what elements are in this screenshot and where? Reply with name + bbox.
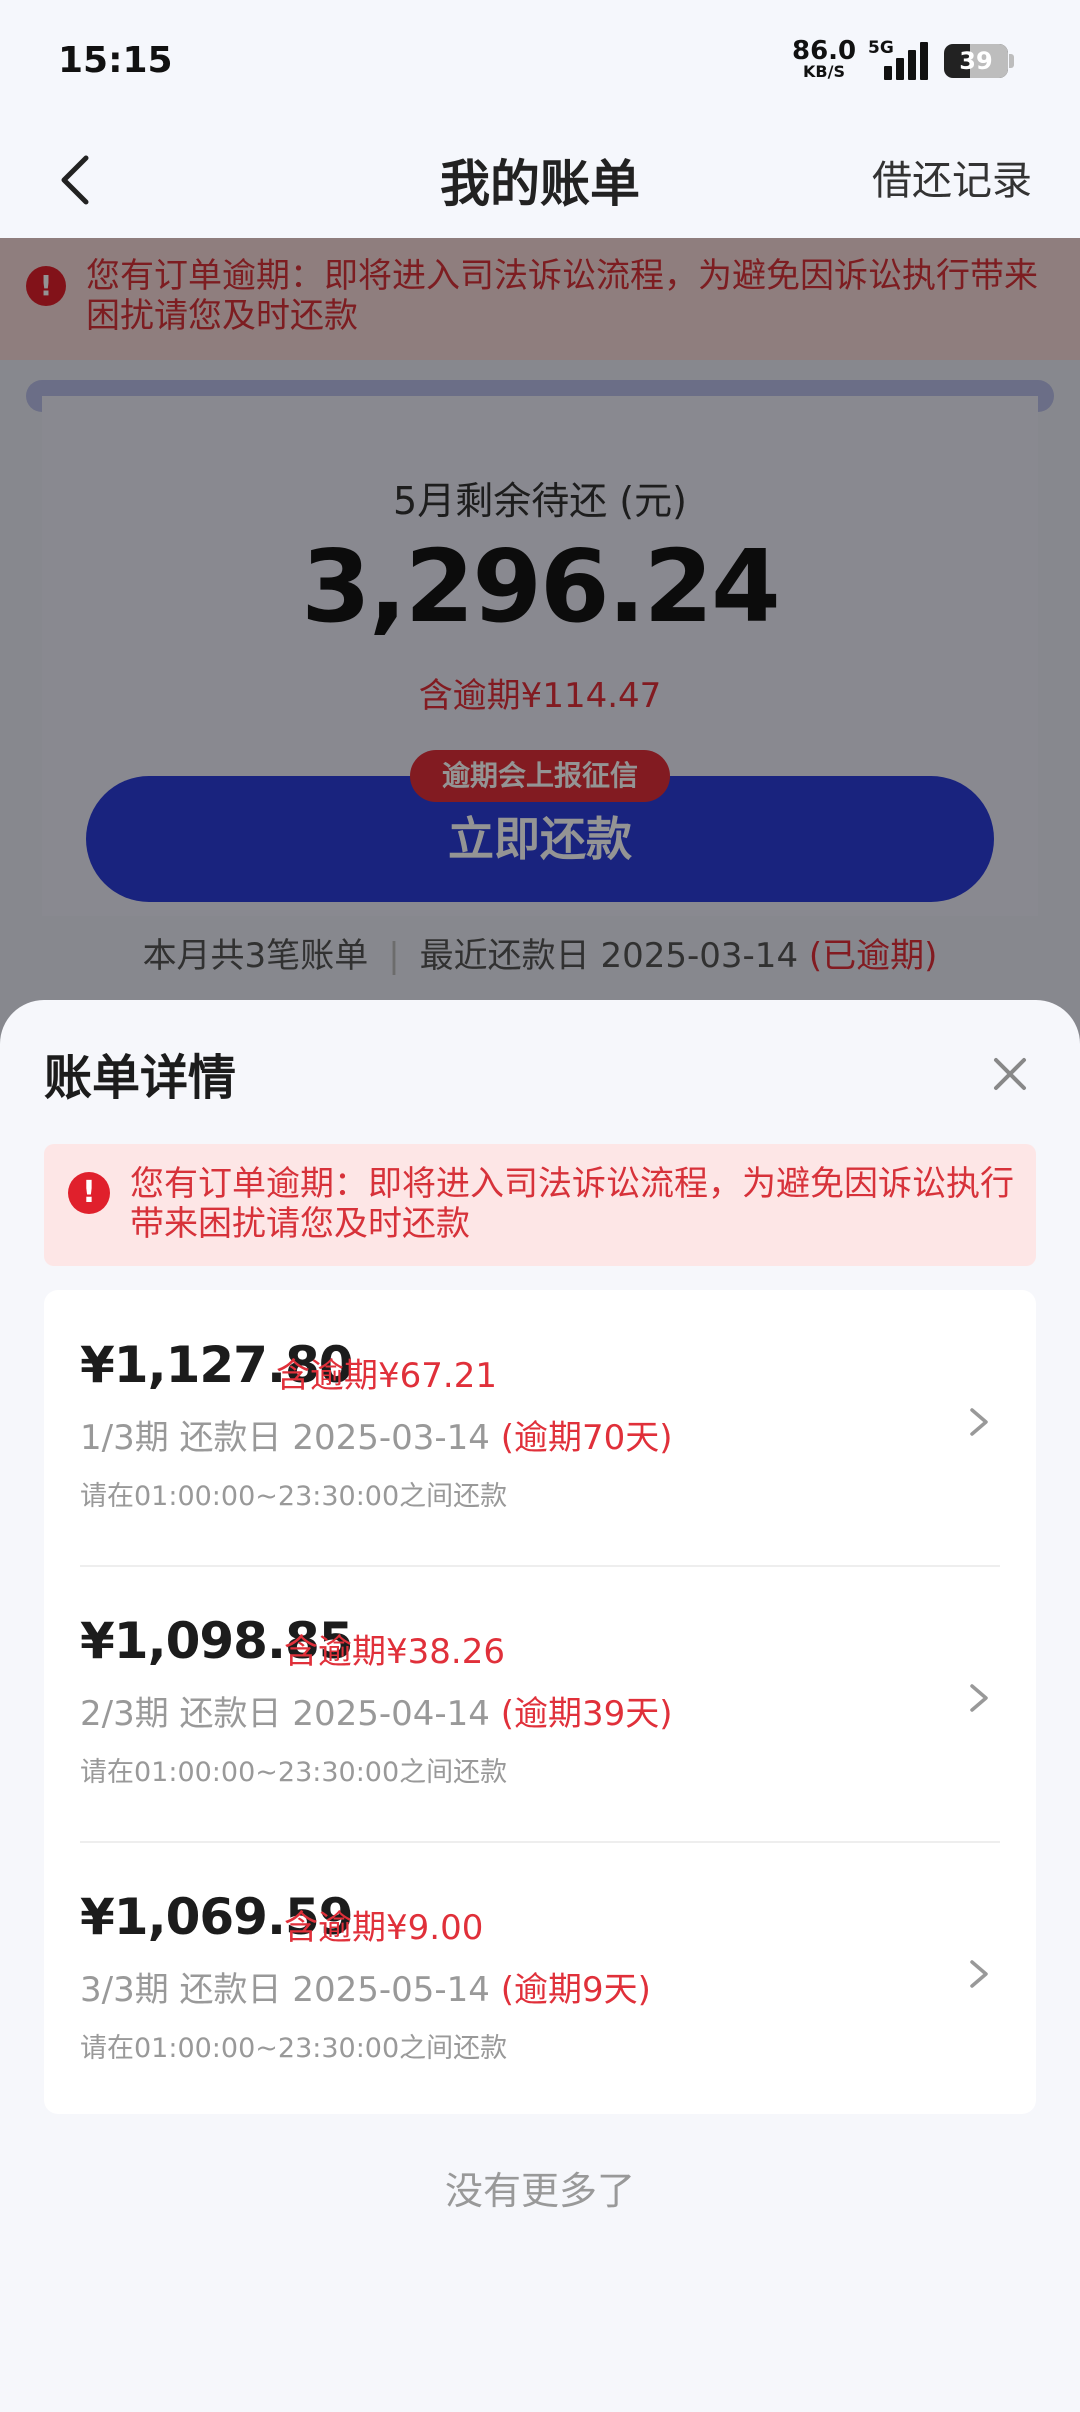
status-time: 15:15: [58, 40, 173, 81]
chevron-right-icon: [970, 1960, 988, 1988]
bill-due-label: 还款日: [179, 1970, 282, 2010]
signal-icon: [884, 40, 930, 80]
status-bar: 15:15 86.0 KB/S 5G 39: [0, 0, 1080, 120]
sheet-overdue-warning: ! 您有订单逾期：即将进入司法诉讼流程，为避免因诉讼执行带来困扰请您及时还款: [44, 1144, 1036, 1266]
bill-overdue-days: (逾期39天): [500, 1694, 673, 1734]
bill-overdue-days: (逾期9天): [500, 1970, 651, 2010]
network-speed-unit: KB/S: [803, 62, 845, 81]
bill-list: ¥1,127.80 含逾期¥67.21 1/3期 还款日 2025-03-14 …: [44, 1290, 1036, 2114]
back-icon[interactable]: [54, 152, 98, 208]
bill-overdue-amount: 含逾期¥67.21: [276, 1356, 497, 1396]
bill-time-window: 请在01:00:00~23:30:00之间还款: [80, 1481, 508, 1512]
chevron-right-icon: [970, 1408, 988, 1436]
chevron-right-icon: [970, 1684, 988, 1712]
bill-due-date: 2025-05-14: [292, 1970, 490, 2010]
bill-overdue-days: (逾期70天): [500, 1418, 673, 1458]
bill-item[interactable]: ¥1,069.59 含逾期¥9.00 3/3期 还款日 2025-05-14 (…: [44, 1842, 1036, 2117]
sheet-warning-text: 您有订单逾期：即将进入司法诉讼流程，为避免因诉讼执行带来困扰请您及时还款: [130, 1164, 1014, 1244]
close-icon[interactable]: [988, 1052, 1032, 1096]
sheet-title: 账单详情: [44, 1050, 237, 1106]
bill-details-sheet: 账单详情 ! 您有订单逾期：即将进入司法诉讼流程，为避免因诉讼执行带来困扰请您及…: [0, 1000, 1080, 2412]
bill-due-label: 还款日: [179, 1694, 282, 1734]
bill-item[interactable]: ¥1,127.80 含逾期¥67.21 1/3期 还款日 2025-03-14 …: [44, 1290, 1036, 1565]
battery-icon: 39: [944, 44, 1008, 78]
bill-term-line: 3/3期 还款日 2025-05-14 (逾期9天): [80, 1962, 651, 2011]
bill-term: 2/3期: [80, 1694, 169, 1734]
bill-due-date: 2025-04-14: [292, 1694, 490, 1734]
bill-term-line: 1/3期 还款日 2025-03-14 (逾期70天): [80, 1410, 673, 1459]
bill-term-line: 2/3期 还款日 2025-04-14 (逾期39天): [80, 1686, 673, 1735]
bill-time-window: 请在01:00:00~23:30:00之间还款: [80, 1757, 508, 1788]
bill-term: 1/3期: [80, 1418, 169, 1458]
bill-overdue-amount: 含逾期¥38.26: [284, 1632, 505, 1672]
network-speed: 86.0 KB/S: [792, 38, 856, 80]
battery-tip: [1009, 54, 1014, 68]
bill-item[interactable]: ¥1,098.85 含逾期¥38.26 2/3期 还款日 2025-04-14 …: [44, 1566, 1036, 1841]
bill-term: 3/3期: [80, 1970, 169, 2010]
nav-bar: 我的账单 借还记录: [0, 120, 1080, 238]
alert-icon: !: [68, 1172, 110, 1214]
bill-due-date: 2025-03-14: [292, 1418, 490, 1458]
battery-level: 39: [959, 47, 993, 75]
list-end-text: 没有更多了: [444, 2169, 635, 2213]
bill-time-window: 请在01:00:00~23:30:00之间还款: [80, 2033, 508, 2064]
borrow-repay-records-link[interactable]: 借还记录: [872, 148, 1032, 206]
network-speed-value: 86.0: [792, 36, 857, 66]
bill-overdue-amount: 含逾期¥9.00: [284, 1908, 484, 1948]
bill-due-label: 还款日: [179, 1418, 282, 1458]
